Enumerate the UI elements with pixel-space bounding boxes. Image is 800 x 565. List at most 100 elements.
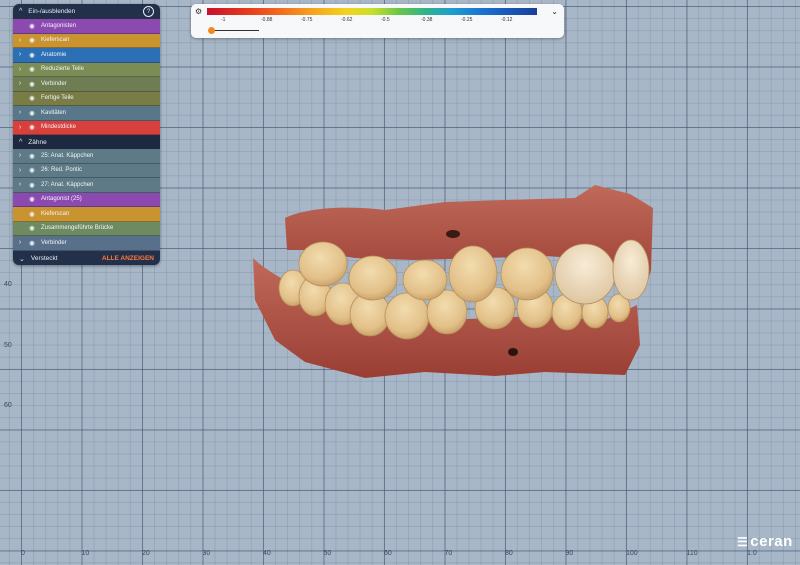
brand-logo: ☰ ceran xyxy=(737,533,793,550)
hidden-label: Versteckt xyxy=(30,255,58,262)
thickness-color-scale: ⚙ -1 -0.88 -0.75 -0.62 -0.5 -0.38 -0.25 -0.12 ⌄ xyxy=(191,4,564,38)
tooth-layer-label: 25: Anat. Käppchen xyxy=(41,152,94,159)
eye-icon[interactable]: ◉ xyxy=(27,51,37,59)
eye-icon[interactable]: ◉ xyxy=(27,195,37,203)
eye-icon[interactable]: ◉ xyxy=(27,210,37,218)
tooth-layer-label: Verbinder xyxy=(41,239,67,246)
expand-arrow-icon[interactable]: › xyxy=(13,167,27,174)
scale-tick-label: -0.25 xyxy=(461,17,473,23)
scale-tick-label: -0.88 xyxy=(261,17,273,23)
ruler-x-label: 40 xyxy=(263,550,271,557)
layer-row[interactable]: › ◉ Mindestdicke xyxy=(13,120,160,135)
expand-arrow-icon[interactable]: › xyxy=(13,239,27,246)
layer-label: Antagonisten xyxy=(41,22,77,29)
layer-row[interactable]: › ◉ Kavitäten xyxy=(13,106,160,121)
eye-icon[interactable]: ◉ xyxy=(27,94,37,102)
scale-tick-label: -0.75 xyxy=(301,17,313,23)
chevron-up-icon[interactable]: ^ xyxy=(19,8,22,15)
eye-icon[interactable]: ◉ xyxy=(27,152,37,160)
visibility-panel: ^ Ein-/ausblenden ? ◉ Antagonisten › ◉ Kiefe… xyxy=(13,4,160,265)
ruler-x-label: 60 xyxy=(384,550,392,557)
ruler-x-label: 80 xyxy=(505,550,513,557)
eye-icon[interactable]: ◉ xyxy=(27,123,37,131)
expand-arrow-icon[interactable]: › xyxy=(13,51,27,58)
layer-label: Kavitäten xyxy=(41,109,67,116)
ruler-x-label: 110 xyxy=(686,550,698,557)
ruler-x-label: 70 xyxy=(444,550,453,557)
scale-tick-label: -0.12 xyxy=(501,17,513,23)
tooth-layer-row[interactable]: ◉ Antagonist (25) xyxy=(13,192,160,207)
show-all-button[interactable]: ALLE ANZEIGEN xyxy=(102,255,154,262)
settings-icon[interactable]: ⚙ xyxy=(195,7,202,16)
chevron-down-icon[interactable]: ⌄ xyxy=(551,7,558,16)
eye-icon[interactable]: ◉ xyxy=(27,65,37,73)
tooth-layer-label: Antagonist (25) xyxy=(41,196,82,203)
logo-mark-icon: ☰ xyxy=(737,534,749,549)
ruler-y-label: 50 xyxy=(4,341,12,349)
section-header-teeth[interactable]: ^ Zähne xyxy=(13,135,160,149)
tooth-layer-label: 27: Anat. Käppchen xyxy=(41,181,94,188)
layer-label: Kieferscan xyxy=(41,37,70,44)
layer-label: Verbinder xyxy=(41,80,67,87)
eye-icon[interactable]: ◉ xyxy=(27,166,37,174)
eye-icon[interactable]: ◉ xyxy=(27,80,37,88)
tooth-layer-row[interactable]: › ◉ Verbinder xyxy=(13,236,160,251)
panel-footer: ⌄ Versteckt ALLE ANZEIGEN xyxy=(13,251,160,266)
layer-row[interactable]: ◉ Antagonisten xyxy=(13,19,160,34)
help-icon[interactable]: ? xyxy=(143,6,154,17)
threshold-slider-track[interactable] xyxy=(211,30,259,31)
layer-label: Mindestdicke xyxy=(41,124,77,131)
ruler-y-label: 60 xyxy=(4,402,12,409)
eye-icon[interactable]: ◉ xyxy=(27,109,37,117)
eye-icon[interactable]: ◉ xyxy=(27,224,37,232)
tooth-layer-row[interactable]: ◉ Zusammengeführte Brücke xyxy=(13,221,160,236)
layer-row[interactable]: › ◉ Anatomie xyxy=(13,48,160,63)
eye-icon[interactable]: ◉ xyxy=(27,22,37,30)
tooth-layer-label: Kieferscan xyxy=(41,210,70,217)
expand-arrow-icon[interactable]: › xyxy=(13,109,27,116)
ruler-x-label: 90 xyxy=(565,550,574,557)
color-gradient-bar xyxy=(207,8,537,15)
eye-icon[interactable]: ◉ xyxy=(27,181,37,189)
panel-title: Ein-/ausblenden xyxy=(28,8,76,15)
layer-row[interactable]: › ◉ Reduzierte Teile xyxy=(13,62,160,77)
layer-row[interactable]: › ◉ Verbinder xyxy=(13,77,160,92)
scale-tick-label: -1 xyxy=(221,17,226,23)
layer-label: Fertige Teile xyxy=(41,95,74,102)
eye-icon[interactable]: ◉ xyxy=(27,36,37,44)
scale-tick-label: -0.62 xyxy=(341,17,353,23)
tooth-layer-row[interactable]: › ◉ 25: Anat. Käppchen xyxy=(13,149,160,164)
ruler-x-label: 10 xyxy=(81,550,90,557)
tooth-layer-row[interactable]: › ◉ 27: Anat. Käppchen xyxy=(13,178,160,193)
panel-header[interactable]: ^ Ein-/ausblenden ? xyxy=(13,4,160,19)
ruler-x-label: 0 xyxy=(21,550,25,557)
ruler-x-label: 30 xyxy=(202,550,211,557)
tooth-layer-row[interactable]: ◉ Kieferscan xyxy=(13,207,160,222)
expand-arrow-icon[interactable]: › xyxy=(13,37,27,44)
chevron-up-icon[interactable]: ^ xyxy=(19,139,22,146)
expand-arrow-icon[interactable]: › xyxy=(13,124,27,131)
chevron-down-icon[interactable]: ⌄ xyxy=(19,255,25,263)
threshold-slider-handle[interactable] xyxy=(208,27,215,34)
scale-tick-label: -0.38 xyxy=(421,17,433,23)
ruler-x-label: 1.0 xyxy=(747,550,757,557)
tooth-layer-label: 26: Red. Pontic xyxy=(41,167,83,174)
expand-arrow-icon[interactable]: › xyxy=(13,152,27,159)
scale-tick-label: -0.5 xyxy=(381,17,390,23)
eye-icon[interactable]: ◉ xyxy=(27,239,37,247)
layer-row[interactable]: › ◉ Kieferscan xyxy=(13,33,160,48)
dental-scan-model[interactable] xyxy=(245,180,665,385)
section-title: Zähne xyxy=(28,138,47,146)
logo-text: ceran xyxy=(750,533,793,550)
layer-label: Anatomie xyxy=(41,51,67,58)
expand-arrow-icon[interactable]: › xyxy=(13,181,27,188)
expand-arrow-icon[interactable]: › xyxy=(13,66,27,73)
ruler-x-label: 50 xyxy=(323,550,332,557)
layer-row[interactable]: ◉ Fertige Teile xyxy=(13,91,160,106)
ruler-x-label: 100 xyxy=(626,550,638,557)
ruler-y-label: 40 xyxy=(4,281,12,288)
expand-arrow-icon[interactable]: › xyxy=(13,80,27,87)
tooth-layer-row[interactable]: › ◉ 26: Red. Pontic xyxy=(13,163,160,178)
tooth-layer-label: Zusammengeführte Brücke xyxy=(41,225,114,232)
ruler-x-label: 20 xyxy=(142,550,150,557)
